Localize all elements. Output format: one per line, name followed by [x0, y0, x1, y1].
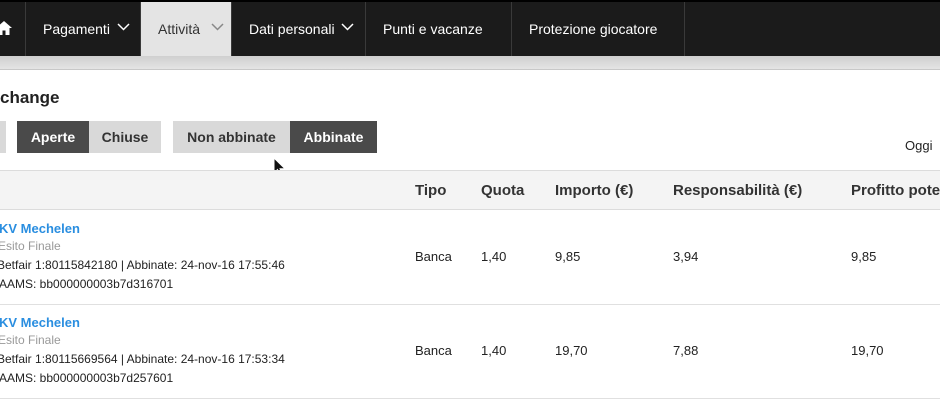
page-title: change	[0, 88, 60, 107]
cell-tipo: Banca	[415, 249, 452, 264]
chevron-down-icon	[341, 23, 354, 31]
cell-importo: 9,85	[555, 249, 581, 264]
cell-quota: 1,40	[481, 343, 507, 358]
column-header-importo: Importo (€)	[555, 182, 634, 199]
home-icon	[0, 21, 12, 35]
filter-closed-button[interactable]: Chiuse	[89, 121, 161, 153]
bet-reference: Betfair 1:80115669564 | Abbinate: 24-nov…	[0, 352, 285, 366]
date-filter-today[interactable]: Oggi	[905, 138, 932, 153]
nav-item-dati-personali[interactable]: Dati personali	[232, 2, 366, 56]
table-row: KV Mechelen Esito Finale Betfair 1:80115…	[0, 211, 940, 305]
cell-quota: 1,40	[481, 249, 507, 264]
nav-item-pagamenti[interactable]: Pagamenti	[26, 2, 141, 56]
market-name: Esito Finale	[0, 239, 61, 253]
aams-code: AAMS: bb000000003b7d316701	[0, 277, 174, 291]
home-button[interactable]	[0, 2, 26, 56]
chevron-down-icon	[211, 23, 224, 31]
aams-code: AAMS: bb000000003b7d257601	[0, 371, 174, 385]
market-name: Esito Finale	[0, 333, 61, 347]
chevron-down-icon	[117, 23, 130, 31]
top-navigation: Pagamenti Attività Dati personali Punti …	[0, 0, 940, 56]
table-row: KV Mechelen Esito Finale Betfair 1:80115…	[0, 305, 940, 399]
event-link[interactable]: KV Mechelen	[0, 221, 80, 236]
cell-profitto: 19,70	[851, 343, 884, 358]
filter-button-partial[interactable]	[0, 121, 6, 153]
filter-unmatched-button[interactable]: Non abbinate	[173, 121, 290, 153]
nav-item-label: Punti e vacanze	[383, 21, 483, 37]
sub-navigation-bar	[0, 56, 940, 70]
nav-item-label: Protezione giocatore	[529, 21, 658, 37]
cell-responsabilita: 7,88	[673, 343, 699, 358]
column-header-tipo: Tipo	[415, 182, 447, 199]
bet-reference: Betfair 1:80115842180 | Abbinate: 24-nov…	[0, 258, 285, 272]
nav-item-protezione-giocatore[interactable]: Protezione giocatore	[512, 2, 685, 56]
nav-item-attivita[interactable]: Attività	[141, 2, 232, 56]
filter-matched-button[interactable]: Abbinate	[290, 121, 377, 153]
column-header-profitto: Profitto pote	[851, 182, 940, 199]
event-link[interactable]: KV Mechelen	[0, 315, 80, 330]
cell-importo: 19,70	[555, 343, 588, 358]
column-header-responsabilita: Responsabilità (€)	[673, 182, 803, 199]
nav-item-label: Dati personali	[249, 21, 335, 37]
nav-item-label: Pagamenti	[43, 21, 110, 37]
nav-item-label: Attività	[158, 21, 201, 37]
cell-tipo: Banca	[415, 343, 452, 358]
cell-responsabilita: 3,94	[673, 249, 699, 264]
cell-profitto: 9,85	[851, 249, 877, 264]
table-header: Tipo Quota Importo (€) Responsabilità (€…	[0, 170, 940, 210]
filter-open-button[interactable]: Aperte	[17, 121, 89, 153]
column-header-quota: Quota	[481, 182, 525, 199]
nav-item-punti-e-vacanze[interactable]: Punti e vacanze	[366, 2, 512, 56]
